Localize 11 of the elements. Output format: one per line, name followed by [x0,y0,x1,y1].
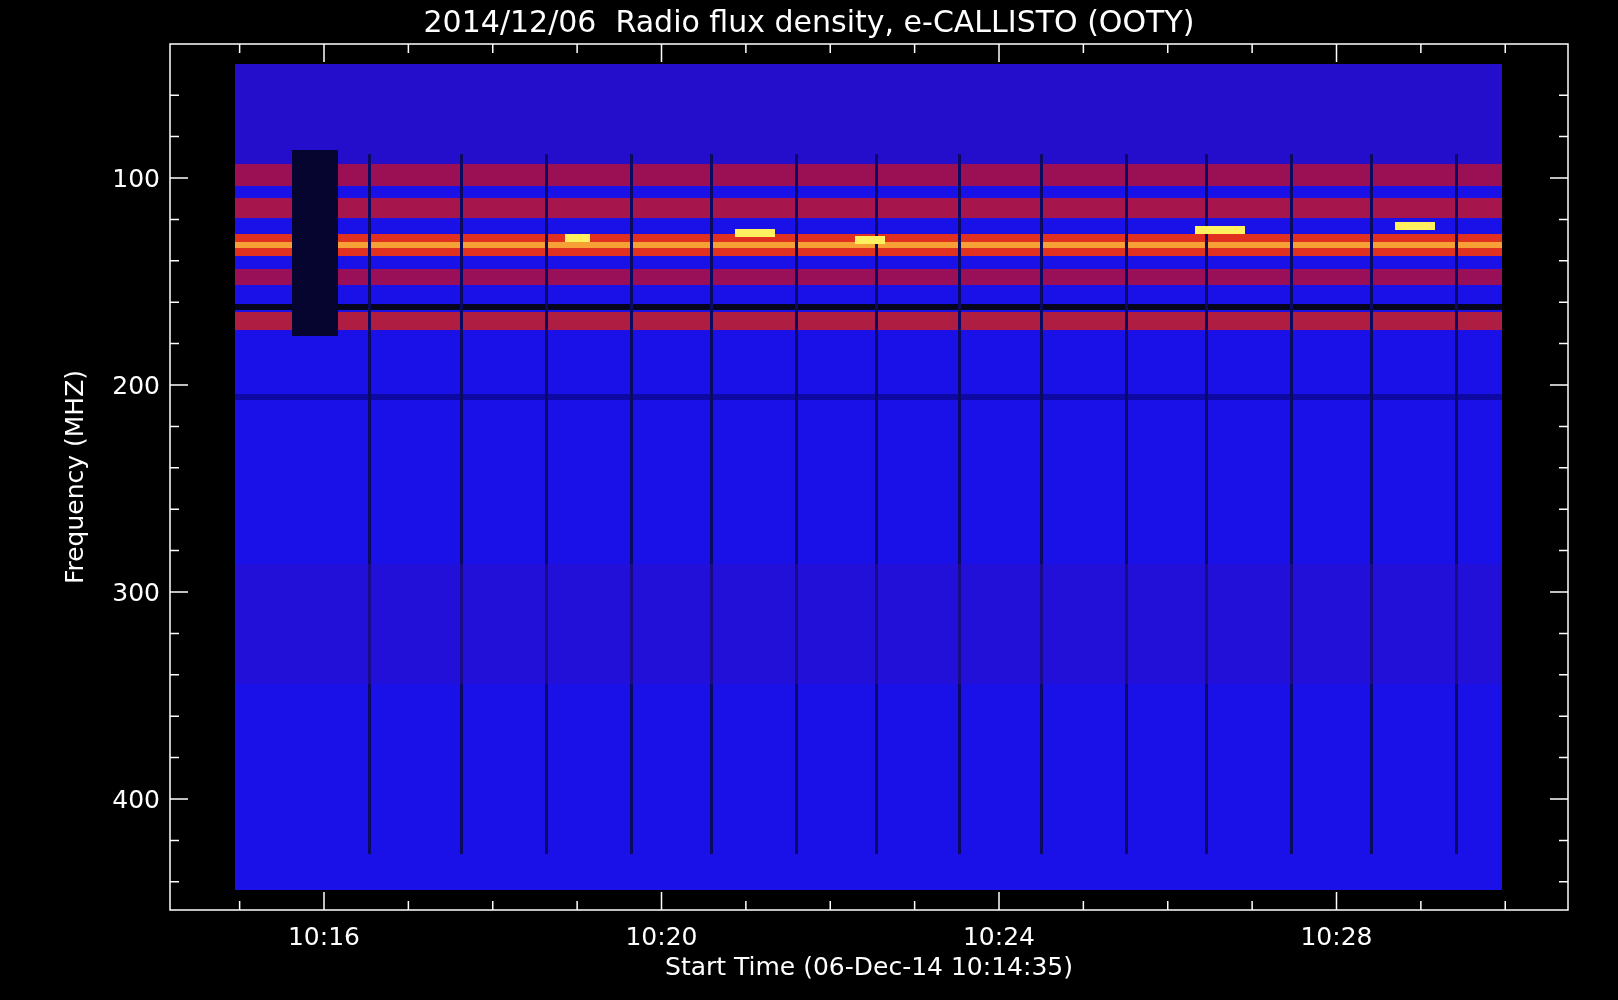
y-tick-label: 200 [112,371,160,400]
x-tick-label: 10:24 [963,922,1035,951]
x-tick-label: 10:20 [625,922,698,951]
x-tick-label: 10:16 [288,922,360,951]
x-tick-label: 10:28 [1300,922,1373,951]
y-tick-label: 100 [112,164,160,193]
y-axis-label: Frequency (MHZ) [60,369,89,585]
x-axis-label: Start Time (06-Dec-14 10:14:35) [665,952,1073,981]
y-tick-label: 300 [112,578,160,607]
y-tick-label: 400 [112,785,160,814]
chart-title: 2014/12/06 Radio flux density, e-CALLISTO (OOTY) [423,4,1195,39]
